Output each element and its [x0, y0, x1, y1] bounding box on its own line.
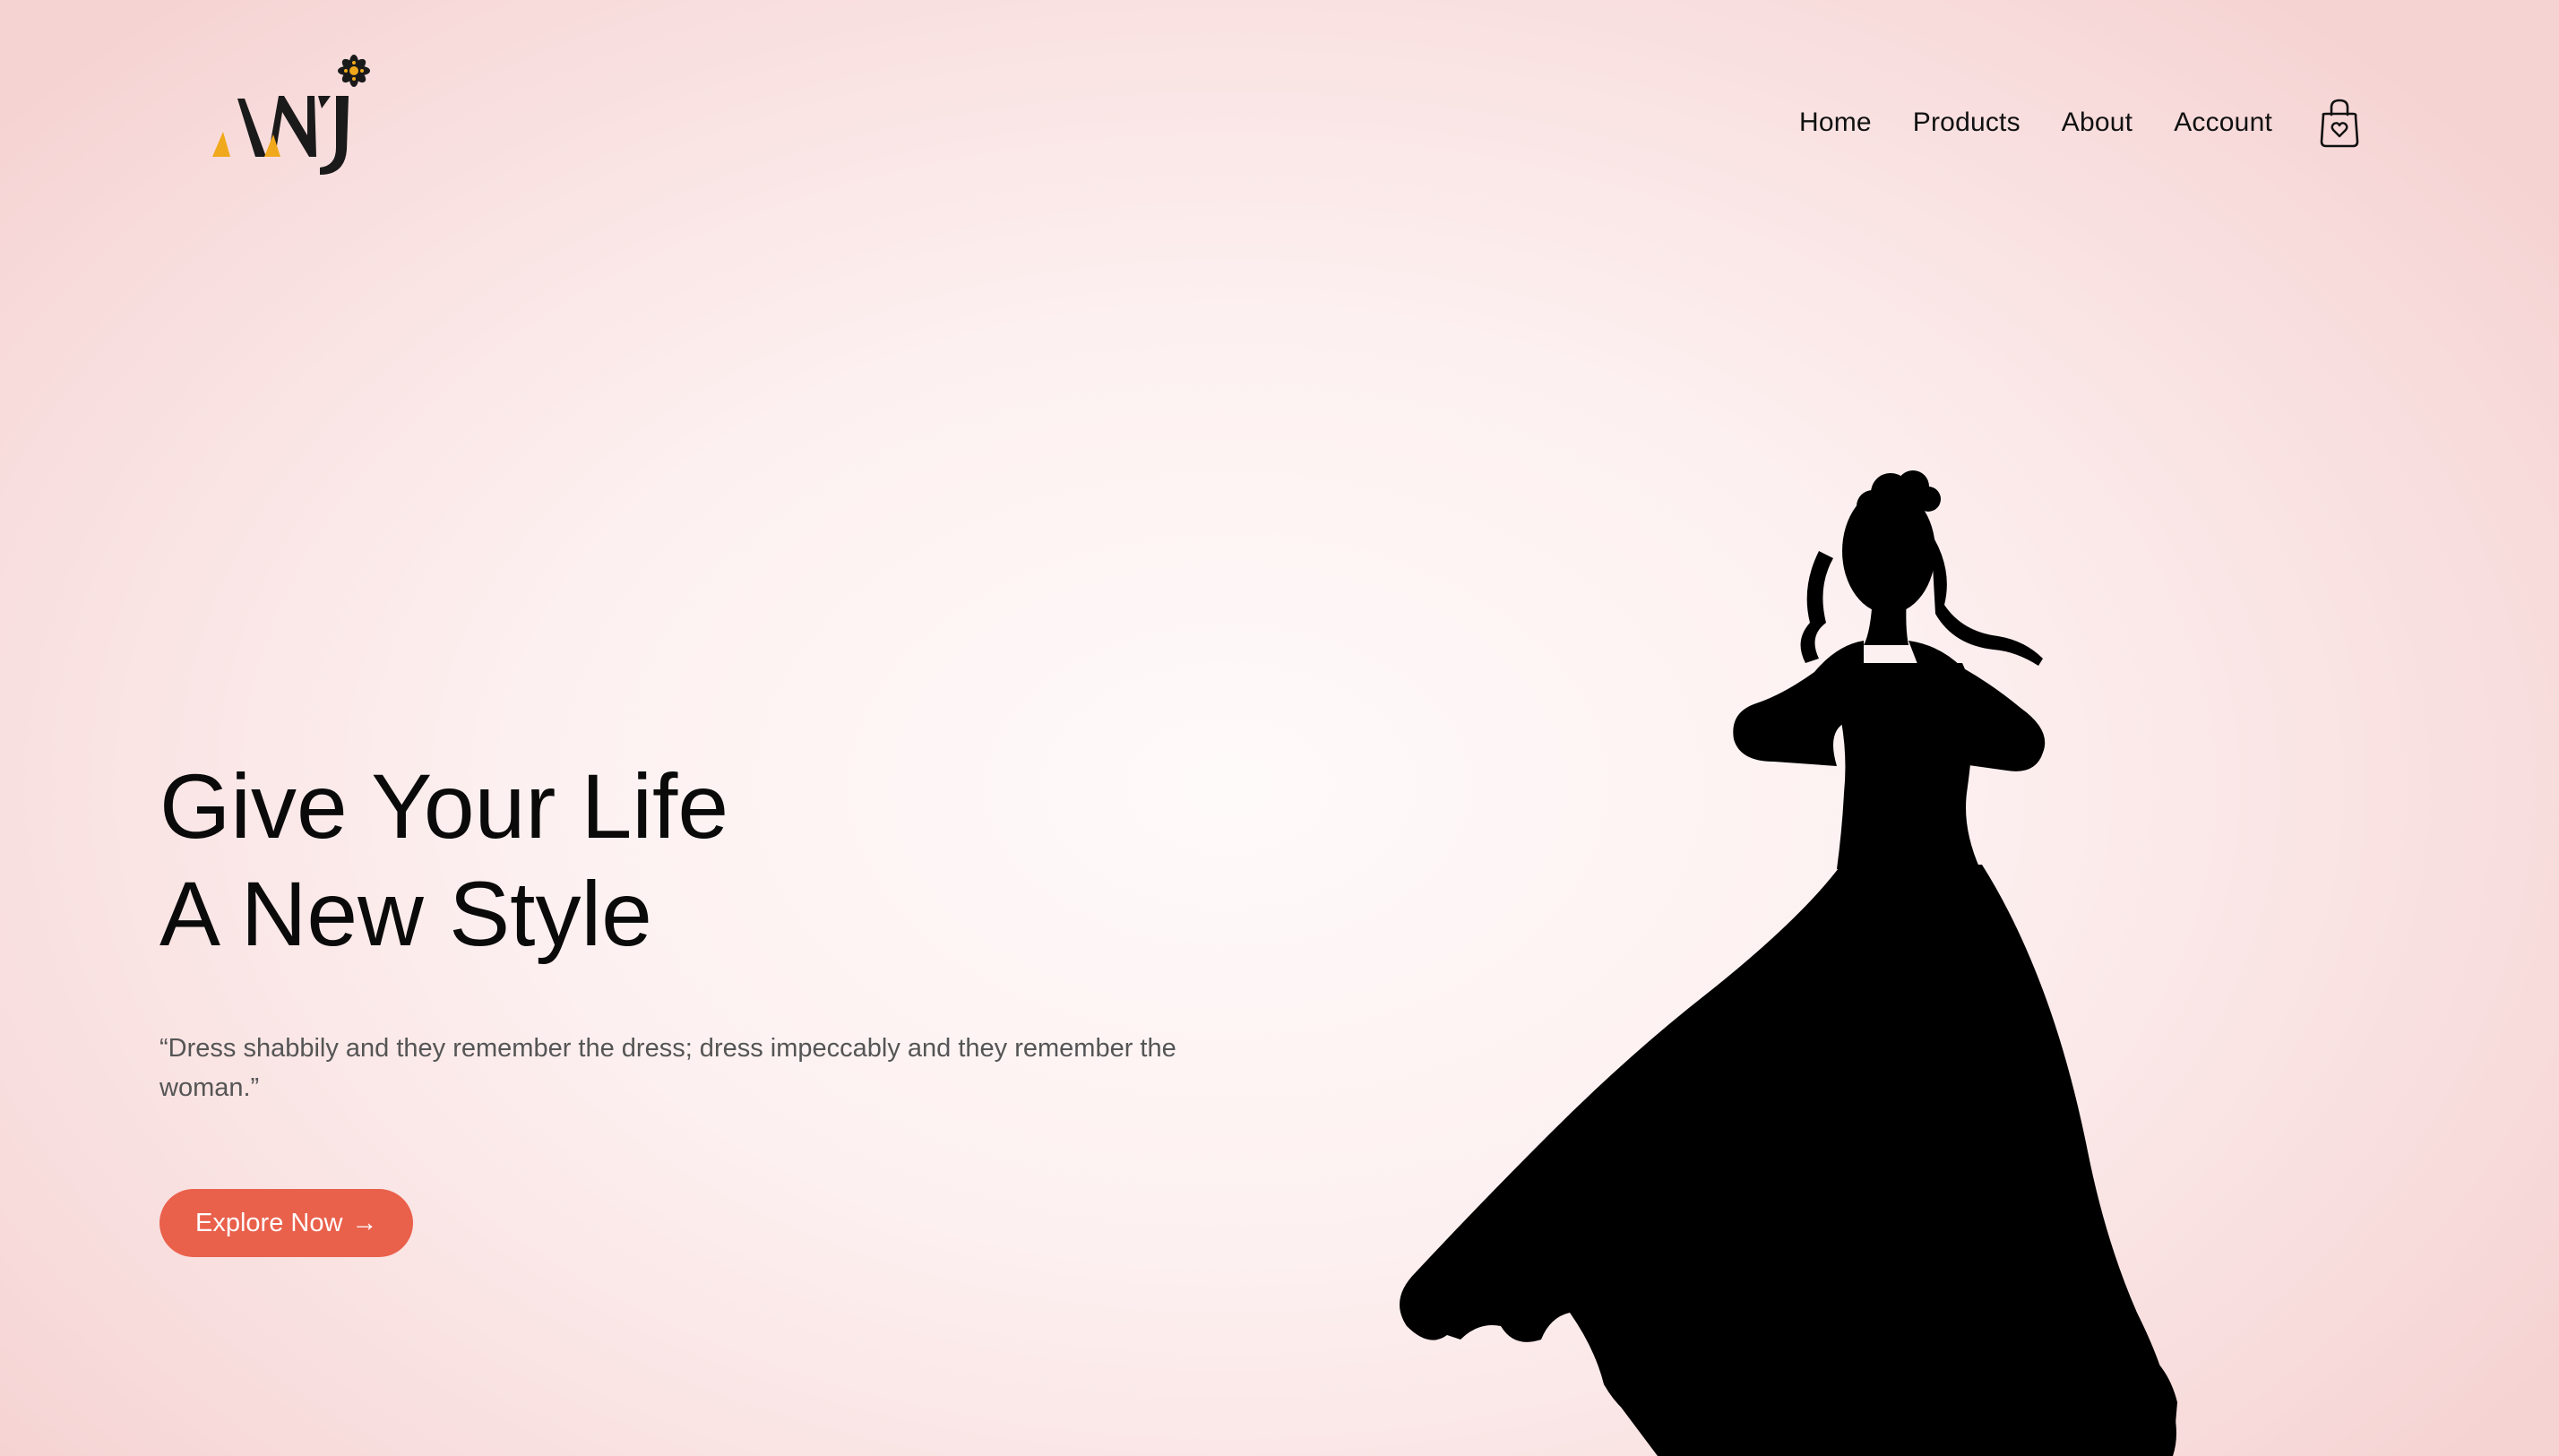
nav-link-about[interactable]: About	[2062, 108, 2132, 138]
shopping-bag-heart-icon	[2320, 99, 2359, 148]
nav-link-account[interactable]: Account	[2174, 108, 2272, 138]
brand-logo[interactable]	[211, 49, 390, 184]
explore-now-button[interactable]: Explore Now →	[159, 1189, 414, 1257]
logo-mark	[212, 55, 370, 175]
woman-in-gown-silhouette	[1400, 470, 2177, 1456]
hero-image	[1335, 452, 2195, 1456]
hero-title-line-2: A New Style	[159, 863, 652, 965]
cart-button[interactable]	[2319, 97, 2360, 149]
nav-link-products[interactable]: Products	[1913, 108, 2020, 138]
hero-content: Give Your Life A New Style “Dress shabbi…	[159, 753, 1235, 1257]
logo-letters	[212, 96, 349, 175]
arrow-right-icon: →	[351, 1208, 378, 1237]
flower-icon	[338, 55, 370, 87]
explore-now-label: Explore Now	[195, 1208, 343, 1237]
main-nav: Home Products About Account	[1799, 97, 2360, 149]
hero-title: Give Your Life A New Style	[159, 753, 1235, 968]
nav-link-home[interactable]: Home	[1799, 108, 1872, 138]
hero-title-line-1: Give Your Life	[159, 755, 729, 857]
hero-quote: “Dress shabbily and they remember the dr…	[159, 1034, 1176, 1102]
